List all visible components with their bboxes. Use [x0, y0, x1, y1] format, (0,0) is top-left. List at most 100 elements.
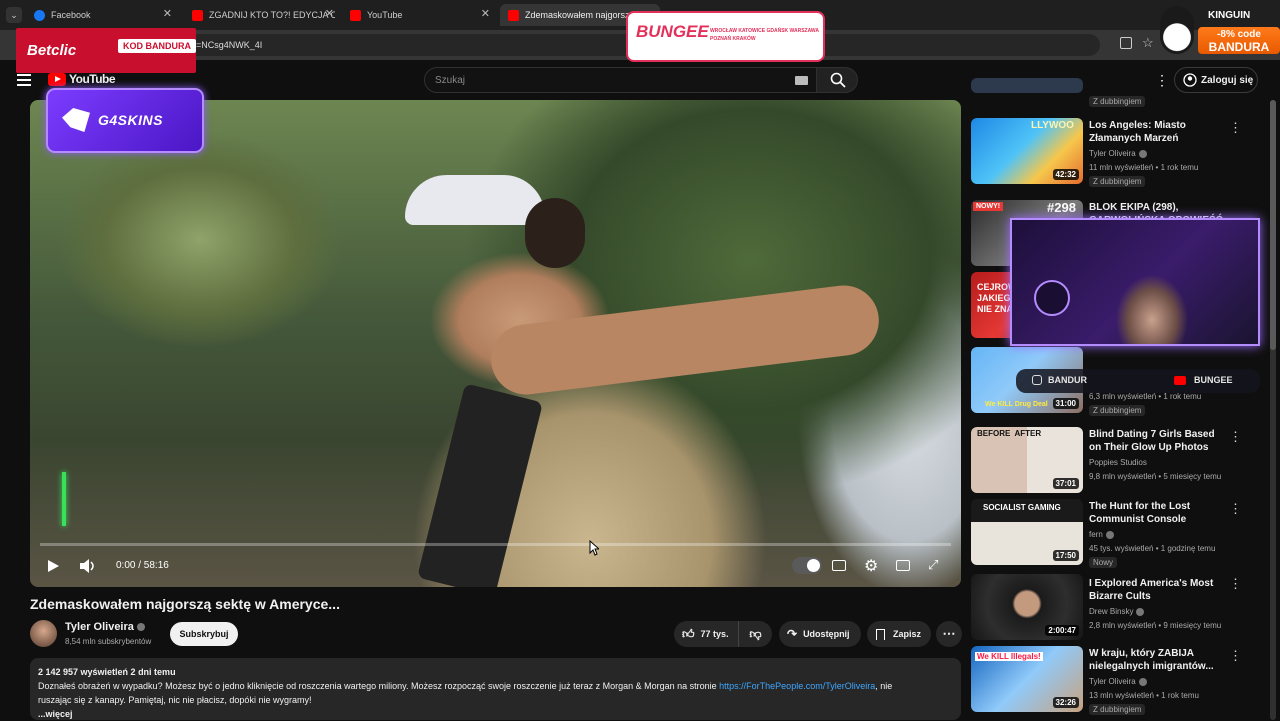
tab-facebook[interactable]: Facebook ✕	[26, 4, 180, 26]
video-cap	[405, 175, 545, 225]
recommended-video[interactable]: BEFORE AFTER 37:01 Blind Dating 7 Girls …	[971, 427, 1271, 499]
betclic-code: KOD BANDURA	[118, 39, 196, 53]
g4skins-lion-icon	[62, 108, 90, 132]
description-line2: ruszając się z kanapy. Pamiętaj, nic nie…	[38, 695, 312, 705]
thumbnail-text: #298	[1047, 200, 1076, 215]
video-progress-bar[interactable]	[40, 543, 951, 546]
video-meta: 45 tys. wyświetleń • 1 godzinę temu	[1089, 544, 1216, 553]
video-menu-icon[interactable]: ⋮	[1229, 648, 1242, 664]
video-title: The Hunt for the Lost Communist Console	[1089, 501, 1191, 525]
video-duration: 32:26	[1052, 697, 1079, 708]
bungee-overlay: BUNGEE WROCŁAW KATOWICE GDAŃSK WARSZAWA …	[626, 11, 825, 62]
description-line1: Doznałeś obrażeń w wypadku? Możesz być o…	[38, 681, 720, 691]
youtube-logo[interactable]: YouTube	[48, 72, 116, 86]
description-link[interactable]: https://ForThePeople.com/TylerOliveira	[719, 681, 875, 691]
address-bar[interactable]: =NCsg4NWK_4I	[80, 34, 1100, 56]
video-thumbnail	[971, 78, 1083, 93]
video-thumbnail: SOCIALIST GAMING 17:50	[971, 499, 1083, 565]
dubbed-badge: Z dubbingiem	[1089, 96, 1146, 107]
play-button[interactable]	[46, 559, 60, 573]
sidebar-scrollbar[interactable]	[1270, 100, 1276, 720]
video-menu-icon[interactable]: ⋮	[1229, 501, 1242, 517]
fullscreen-icon[interactable]: ⤢	[928, 557, 938, 573]
youtube-icon	[350, 9, 361, 21]
video-thumbnail: BEFORE AFTER 37:01	[971, 427, 1083, 493]
tab-zgadnij[interactable]: ZGADNIJ KTO TO?! EDYCJA CS2 ✕	[184, 4, 342, 26]
show-more-link[interactable]: ...więcej	[38, 707, 953, 721]
video-player[interactable]	[30, 100, 961, 587]
description-line1-end: , nie	[875, 681, 893, 691]
verified-badge-icon	[1138, 677, 1147, 686]
scrollbar-thumb[interactable]	[1270, 100, 1276, 350]
kinguin-brand: KINGUIN	[1208, 10, 1251, 21]
account-icon	[1183, 73, 1197, 87]
penguin-mascot-icon	[1160, 6, 1194, 54]
youtube-icon	[1174, 376, 1186, 385]
tab-list-dropdown-icon[interactable]: ⌄	[6, 7, 22, 23]
keyboard-icon[interactable]	[795, 76, 808, 85]
share-button[interactable]: ↷ Udostępnij	[779, 621, 861, 647]
dubbed-badge: Z dubbingiem	[1089, 704, 1146, 715]
description-text: Doznałeś obrażeń w wypadku? Możesz być o…	[38, 679, 953, 693]
miniplayer-icon[interactable]	[896, 560, 910, 571]
video-duration: 37:01	[1052, 478, 1079, 489]
search-button[interactable]	[816, 67, 858, 93]
recommended-video[interactable]: 2:00:47 I Explored America's Most Bizarr…	[971, 574, 1271, 646]
autoplay-toggle[interactable]	[792, 557, 822, 574]
close-tab-icon[interactable]: ✕	[481, 7, 490, 20]
verified-badge-icon	[136, 623, 145, 632]
channel-name: Drew Binsky	[1089, 607, 1145, 616]
youtube-wordmark: YouTube	[69, 72, 116, 86]
dislike-button[interactable]: 👎︎	[738, 621, 772, 647]
kinguin-overlay: KINGUIN -8% code BANDURA	[1156, 0, 1280, 58]
menu-icon[interactable]	[17, 74, 31, 86]
tab-label: YouTube	[367, 10, 403, 20]
video-strap	[416, 383, 544, 587]
betclic-overlay: Betclic KOD BANDURA	[16, 28, 196, 73]
bookmark-star-icon[interactable]: ☆	[1142, 35, 1154, 51]
more-actions-button[interactable]: ⋯	[936, 621, 962, 647]
tab-youtube[interactable]: YouTube ✕	[342, 4, 498, 26]
like-count: 77 tys.	[700, 629, 729, 639]
recommended-video[interactable]: LLYWOO 42:32 Los Angeles: Miasto Złamany…	[971, 118, 1271, 190]
share-icon: ↷	[787, 627, 798, 641]
channel-avatar[interactable]	[30, 620, 57, 647]
verified-badge-icon	[1138, 149, 1147, 158]
install-app-icon[interactable]	[1120, 37, 1132, 49]
channel-name: Tyler Oliveira	[1089, 677, 1147, 686]
g4skins-overlay: G4SKINS	[46, 88, 204, 153]
channel-name-text: Tyler Oliveira	[1089, 677, 1136, 686]
recommended-video[interactable]: Z dubbingiem	[971, 78, 1271, 110]
tab-label: Zdemaskowałem najgorszą se	[525, 10, 635, 20]
recommended-video[interactable]: SOCIALIST GAMING 17:50 The Hunt for the …	[971, 499, 1271, 571]
thumbs-up-icon: 👍︎	[682, 626, 695, 641]
video-menu-icon[interactable]: ⋮	[1229, 576, 1242, 592]
volume-button[interactable]	[79, 558, 97, 574]
settings-gear-icon[interactable]: ⚙	[864, 556, 878, 576]
subscribe-button[interactable]: Subskrybuj	[170, 622, 238, 646]
like-button[interactable]: 👍︎ 77 tys.	[674, 621, 738, 647]
verified-badge-icon	[1136, 607, 1145, 616]
webcam-social-bar: BANDUR BUNGEE	[1016, 369, 1260, 393]
more-options-icon[interactable]: ⋮	[1155, 72, 1169, 89]
close-tab-icon[interactable]: ✕	[325, 7, 334, 20]
recommended-video[interactable]: We KILL Illegals! 32:26 W kraju, który Z…	[971, 646, 1271, 718]
subtitles-icon[interactable]	[832, 560, 846, 571]
video-menu-icon[interactable]: ⋮	[1229, 120, 1242, 136]
close-tab-icon[interactable]: ✕	[163, 7, 172, 20]
channel-name[interactable]: Tyler Oliveira	[65, 621, 145, 633]
video-hair	[525, 198, 585, 268]
video-thumbnail: We KILL Illegals! 32:26	[971, 646, 1083, 712]
thumbnail-text: We KILL Drug Deal	[985, 401, 1048, 408]
share-label: Udostępnij	[803, 629, 850, 639]
save-button[interactable]: Zapisz	[867, 621, 931, 647]
video-duration: 42:32	[1052, 169, 1079, 180]
search-input[interactable]: Szukaj	[424, 67, 817, 93]
dubbed-badge: Z dubbingiem	[1089, 176, 1146, 187]
video-meta: 11 mln wyświetleń • 1 rok temu	[1089, 163, 1199, 172]
g4skins-logo: G4SKINS	[98, 112, 163, 128]
description-box[interactable]: 2 142 957 wyświetleń 2 dni temu Doznałeś…	[30, 658, 961, 720]
new-badge: Nowy	[1089, 557, 1118, 568]
channel-name: Tyler Oliveira	[1089, 149, 1147, 158]
video-menu-icon[interactable]: ⋮	[1229, 429, 1242, 445]
